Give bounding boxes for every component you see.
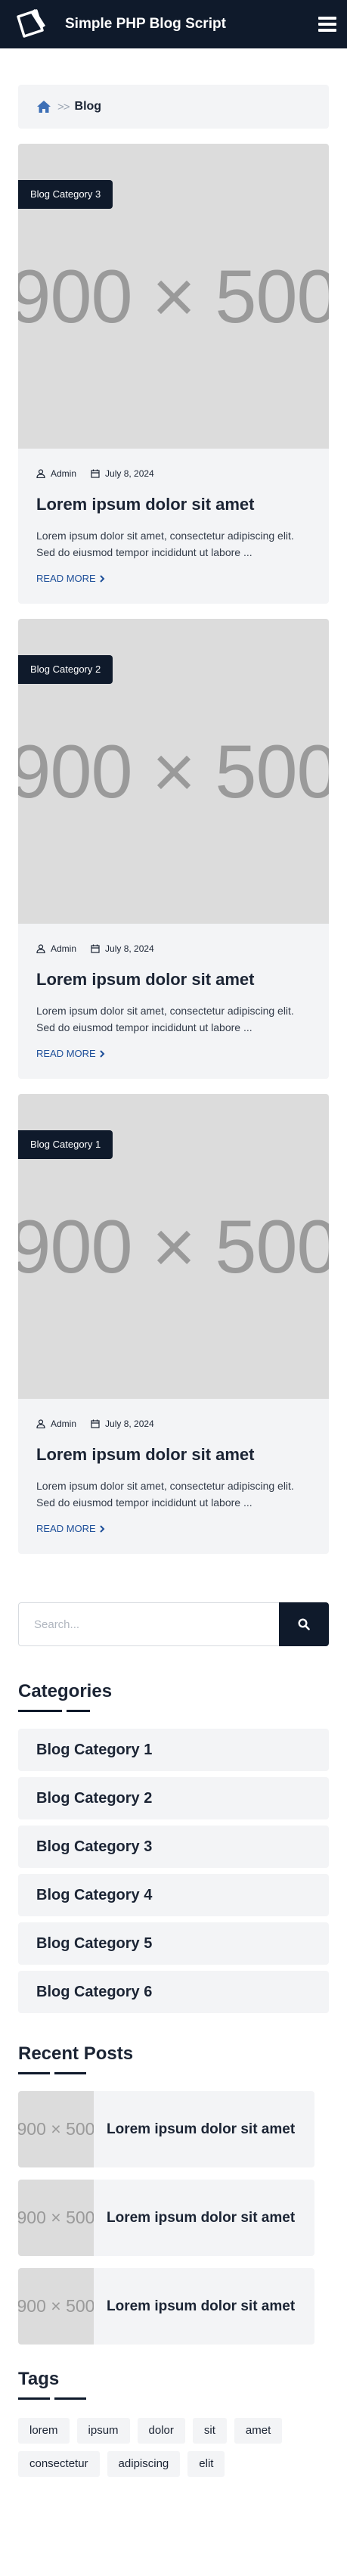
tag[interactable]: amet xyxy=(234,2418,283,2444)
calendar-icon xyxy=(91,944,100,953)
category-item[interactable]: Blog Category 2 xyxy=(18,1777,329,1819)
recent-posts-title: Recent Posts xyxy=(18,2043,134,2064)
recent-post-thumbnail: 900 × 500 xyxy=(18,2180,94,2256)
category-list: Blog Category 1 Blog Category 2 Blog Cat… xyxy=(18,1729,329,2013)
thumbnail-placeholder-text: 900 × 500 xyxy=(18,2296,94,2316)
image-placeholder-text: 900 × 500 xyxy=(18,253,329,338)
breadcrumb: >> Blog xyxy=(18,85,329,129)
read-more-label: READ MORE xyxy=(36,1523,96,1534)
search-input[interactable] xyxy=(18,1602,279,1646)
category-badge[interactable]: Blog Category 3 xyxy=(18,180,113,209)
read-more-link[interactable]: READ MORE xyxy=(36,1523,105,1534)
post-date: July 8, 2024 xyxy=(105,468,154,479)
breadcrumb-current: Blog xyxy=(74,100,102,113)
thumbnail-placeholder-text: 900 × 500 xyxy=(18,2208,94,2227)
post-card: 900 × 500 Blog Category 1 Admin July 8, … xyxy=(18,1094,329,1554)
calendar-icon xyxy=(91,469,100,478)
category-item[interactable]: Blog Category 4 xyxy=(18,1874,329,1916)
recent-post-thumbnail: 900 × 500 xyxy=(18,2091,94,2167)
post-title[interactable]: Lorem ipsum dolor sit amet xyxy=(36,969,311,990)
menu-icon[interactable] xyxy=(318,17,336,32)
main-content: >> Blog 900 × 500 Blog Category 3 Admin … xyxy=(0,85,347,2522)
calendar-icon xyxy=(91,1419,100,1428)
image-placeholder-text: 900 × 500 xyxy=(18,1204,329,1288)
title-underline xyxy=(18,1710,329,1712)
post-image[interactable]: 900 × 500 Blog Category 1 xyxy=(18,1094,329,1399)
sidebar: Categories Blog Category 1 Blog Category… xyxy=(18,1602,329,2522)
recent-post-thumbnail: 900 × 500 xyxy=(18,2268,94,2345)
user-icon xyxy=(36,944,45,953)
user-icon xyxy=(36,1419,45,1428)
user-icon xyxy=(36,469,45,478)
post-card: 900 × 500 Blog Category 3 Admin July 8, … xyxy=(18,144,329,604)
tag[interactable]: sit xyxy=(192,2418,227,2444)
post-image[interactable]: 900 × 500 Blog Category 3 xyxy=(18,144,329,449)
thumbnail-placeholder-text: 900 × 500 xyxy=(18,2119,94,2139)
category-item[interactable]: Blog Category 5 xyxy=(18,1922,329,1965)
site-title[interactable]: Simple PHP Blog Script xyxy=(65,16,318,33)
recent-post-title: Lorem ipsum dolor sit amet xyxy=(107,2209,296,2226)
recent-post-title: Lorem ipsum dolor sit amet xyxy=(107,2121,296,2137)
post-list: 900 × 500 Blog Category 3 Admin July 8, … xyxy=(18,144,329,1554)
post-meta: Admin July 8, 2024 xyxy=(36,943,311,954)
title-underline xyxy=(18,2072,329,2074)
category-item[interactable]: Blog Category 3 xyxy=(18,1826,329,1868)
category-badge[interactable]: Blog Category 2 xyxy=(18,655,113,684)
post-body: Admin July 8, 2024 Lorem ipsum dolor sit… xyxy=(18,1399,329,1554)
chevron-right-icon xyxy=(100,1049,105,1058)
post-author: Admin xyxy=(51,468,77,479)
post-card: 900 × 500 Blog Category 2 Admin July 8, … xyxy=(18,619,329,1079)
search-button[interactable] xyxy=(279,1602,329,1646)
tag[interactable]: elit xyxy=(187,2451,225,2477)
post-excerpt: Lorem ipsum dolor sit amet, consectetur … xyxy=(36,530,294,558)
post-title[interactable]: Lorem ipsum dolor sit amet xyxy=(36,1444,311,1465)
post-date: July 8, 2024 xyxy=(105,943,154,954)
recent-posts-list: 900 × 500 Lorem ipsum dolor sit amet 900… xyxy=(18,2091,329,2345)
post-image[interactable]: 900 × 500 Blog Category 2 xyxy=(18,619,329,924)
post-excerpt: Lorem ipsum dolor sit amet, consectetur … xyxy=(36,1005,294,1033)
category-item[interactable]: Blog Category 1 xyxy=(18,1729,329,1771)
post-body: Admin July 8, 2024 Lorem ipsum dolor sit… xyxy=(18,449,329,604)
recent-post-title: Lorem ipsum dolor sit amet xyxy=(107,2298,296,2314)
read-more-link[interactable]: READ MORE xyxy=(36,573,105,584)
tag[interactable]: adipiscing xyxy=(107,2451,181,2477)
site-header: Simple PHP Blog Script xyxy=(0,0,347,48)
chevron-right-icon xyxy=(100,574,105,583)
tag-cloud: lorem ipsum dolor sit amet consectetur a… xyxy=(18,2418,329,2522)
breadcrumb-separator: >> xyxy=(57,100,70,113)
read-more-link[interactable]: READ MORE xyxy=(36,1048,105,1059)
category-badge[interactable]: Blog Category 1 xyxy=(18,1130,113,1159)
chevron-right-icon xyxy=(100,1524,105,1533)
categories-title: Categories xyxy=(18,1681,113,1701)
tag[interactable]: ipsum xyxy=(76,2418,130,2444)
post-author: Admin xyxy=(51,1419,77,1429)
recent-post-item[interactable]: 900 × 500 Lorem ipsum dolor sit amet xyxy=(18,2180,314,2256)
post-excerpt: Lorem ipsum dolor sit amet, consectetur … xyxy=(36,1480,294,1509)
post-date: July 8, 2024 xyxy=(105,1419,154,1429)
tag[interactable]: lorem xyxy=(18,2418,70,2444)
post-title[interactable]: Lorem ipsum dolor sit amet xyxy=(36,494,311,515)
search-form xyxy=(18,1602,329,1646)
read-more-label: READ MORE xyxy=(36,573,96,584)
category-item[interactable]: Blog Category 6 xyxy=(18,1971,329,2013)
recent-post-item[interactable]: 900 × 500 Lorem ipsum dolor sit amet xyxy=(18,2091,314,2167)
post-meta: Admin July 8, 2024 xyxy=(36,468,311,479)
search-icon xyxy=(298,1618,310,1630)
tag[interactable]: dolor xyxy=(137,2418,185,2444)
recent-post-item[interactable]: 900 × 500 Lorem ipsum dolor sit amet xyxy=(18,2268,314,2345)
image-placeholder-text: 900 × 500 xyxy=(18,729,329,813)
post-meta: Admin July 8, 2024 xyxy=(36,1419,311,1429)
title-underline xyxy=(18,2397,329,2400)
post-body: Admin July 8, 2024 Lorem ipsum dolor sit… xyxy=(18,924,329,1079)
read-more-label: READ MORE xyxy=(36,1048,96,1059)
post-author: Admin xyxy=(51,943,77,954)
logo-icon[interactable] xyxy=(12,8,50,41)
tags-title: Tags xyxy=(18,2369,60,2389)
tag[interactable]: consectetur xyxy=(18,2451,100,2477)
home-icon[interactable] xyxy=(36,100,51,113)
